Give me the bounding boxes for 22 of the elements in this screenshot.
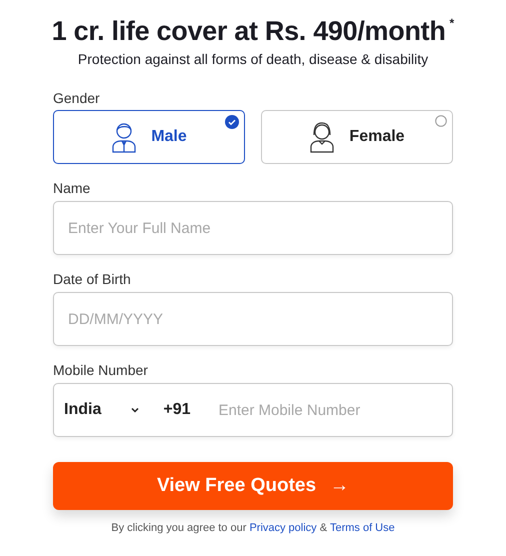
input-field[interactable]: Enter Your Full Name (53, 201, 453, 255)
field-label: Name (53, 179, 92, 197)
asterisk-mark: * (450, 16, 454, 30)
field-label: Mobile Number (53, 361, 149, 379)
chevron-down-icon (131, 407, 140, 413)
country-dropdown[interactable]: India (64, 395, 140, 425)
field-label: Gender (53, 89, 101, 107)
check-icon (225, 115, 239, 129)
radio-icon (435, 115, 447, 127)
page-heading: 1 cr. life cover at Rs. 490/month (52, 15, 446, 48)
country-code: +91 (163, 400, 190, 420)
gender-option[interactable]: Female (261, 110, 453, 164)
subtitle: Protection against all forms of death, disease & disability (78, 50, 428, 69)
terms-link[interactable]: Terms of Use (330, 522, 395, 534)
field-label: Date of Birth (53, 270, 132, 288)
phone-field[interactable]: India +91 Enter Mobile Number (53, 383, 453, 437)
privacy-link[interactable]: Privacy policy (249, 522, 317, 534)
person-icon (111, 121, 138, 153)
consent-text: By clicking you agree to our Privacy policy & Terms of Use (110, 521, 396, 536)
gender-option[interactable]: Male (53, 110, 245, 164)
person-icon (309, 121, 336, 153)
input-field[interactable]: DD/MM/YYYY (53, 292, 453, 346)
